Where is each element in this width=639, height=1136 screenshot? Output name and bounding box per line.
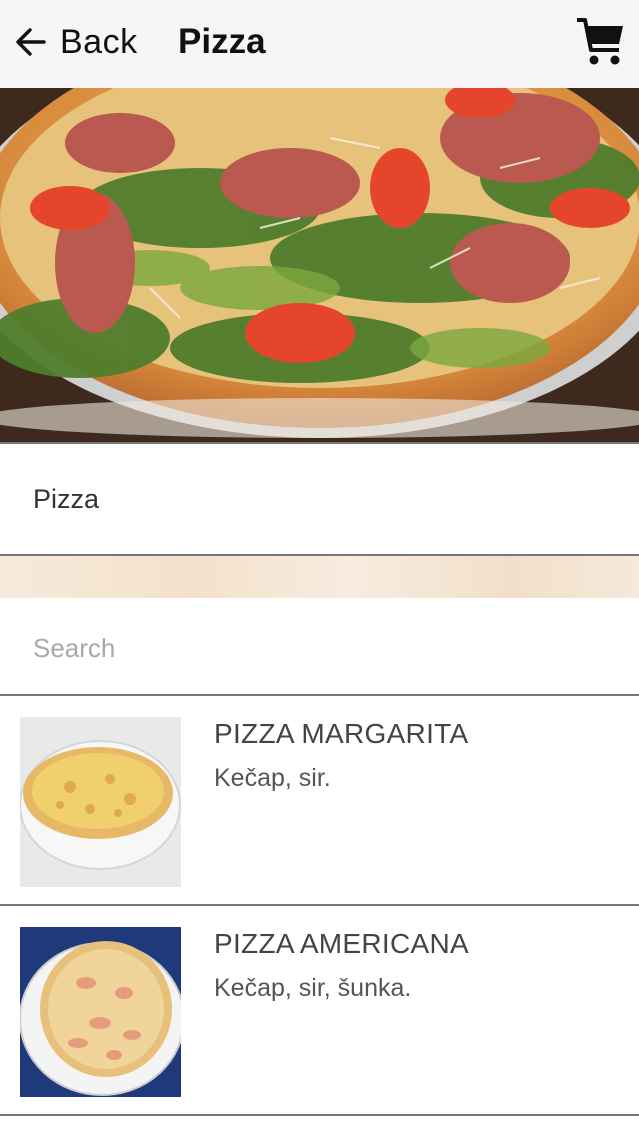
category-header: Pizza bbox=[0, 442, 639, 556]
menu-item-description: Kečap, sir, šunka. bbox=[214, 974, 412, 1002]
search-input[interactable] bbox=[33, 626, 613, 670]
menu-item-thumbnail bbox=[20, 927, 181, 1097]
pizza-americana-photo bbox=[20, 927, 181, 1097]
page-title: Pizza bbox=[178, 22, 266, 61]
menu-list: PIZZA MARGARITA Kečap, sir. PIZZA AMERIC… bbox=[0, 696, 639, 1136]
pizza-prosciutto-arugula-photo bbox=[0, 88, 639, 442]
shopping-cart-icon[interactable] bbox=[575, 14, 625, 68]
menu-item-name: PIZZA AMERICANA bbox=[214, 928, 469, 959]
search-bar bbox=[0, 598, 639, 696]
menu-item-description: Kečap, sir. bbox=[214, 764, 331, 792]
parchment-divider bbox=[0, 556, 639, 598]
category-label: Pizza bbox=[33, 483, 100, 514]
back-label: Back bbox=[60, 22, 138, 61]
menu-item-name: PIZZA MARGARITA bbox=[214, 718, 469, 749]
menu-item-thumbnail bbox=[20, 717, 181, 887]
app-header: Back Pizza bbox=[0, 0, 639, 88]
menu-item-pizza-americana[interactable]: PIZZA AMERICANA Kečap, sir, šunka. bbox=[0, 906, 639, 1116]
hero-image bbox=[0, 88, 639, 442]
pizza-margarita-photo bbox=[20, 717, 181, 887]
arrow-left-icon bbox=[16, 28, 46, 56]
menu-item-pizza-margarita[interactable]: PIZZA MARGARITA Kečap, sir. bbox=[0, 696, 639, 906]
back-button[interactable]: Back bbox=[14, 20, 138, 64]
